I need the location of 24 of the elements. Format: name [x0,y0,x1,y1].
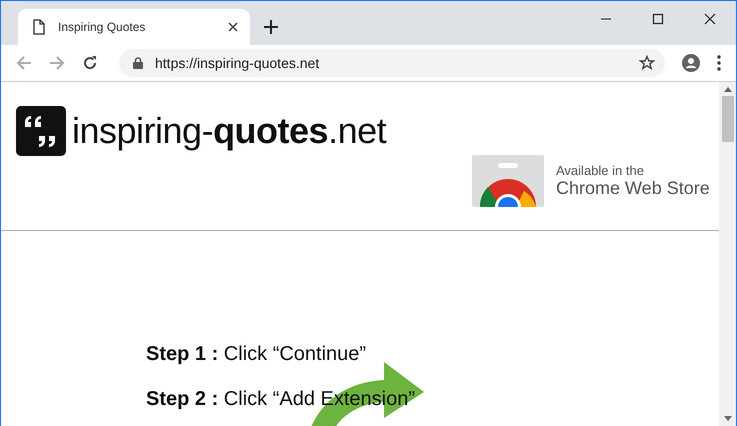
bookmark-star-icon[interactable] [639,55,655,71]
quote-marks-logo-icon [16,106,66,156]
url-text: https://inspiring-quotes.net [155,55,320,71]
reload-icon[interactable] [82,55,98,71]
scroll-thumb[interactable] [722,96,734,142]
badge-title: Chrome Web Store [556,178,710,199]
scroll-down-icon[interactable] [724,416,732,421]
lock-icon [133,57,143,69]
badge-caption: Available in the [556,163,645,178]
new-tab-icon[interactable] [264,20,278,34]
scroll-up-icon[interactable] [724,87,732,92]
tab-title: Inspiring Quotes [58,20,146,34]
close-icon[interactable] [704,13,716,25]
page-icon [32,19,46,35]
menu-icon[interactable] [717,55,721,71]
account-icon[interactable] [682,54,700,72]
step-instruction: Step 1 : Click “Continue” [146,343,368,366]
address-bar[interactable]: https://inspiring-quotes.net [119,49,665,77]
close-tab-icon[interactable] [228,22,238,32]
maximize-icon[interactable] [652,13,664,25]
web-store-icon [472,155,544,207]
scrollbar[interactable] [719,82,736,426]
site-name: inspiring-quotes.net [72,110,386,152]
browser-tab[interactable]: Inspiring Quotes [18,9,250,45]
